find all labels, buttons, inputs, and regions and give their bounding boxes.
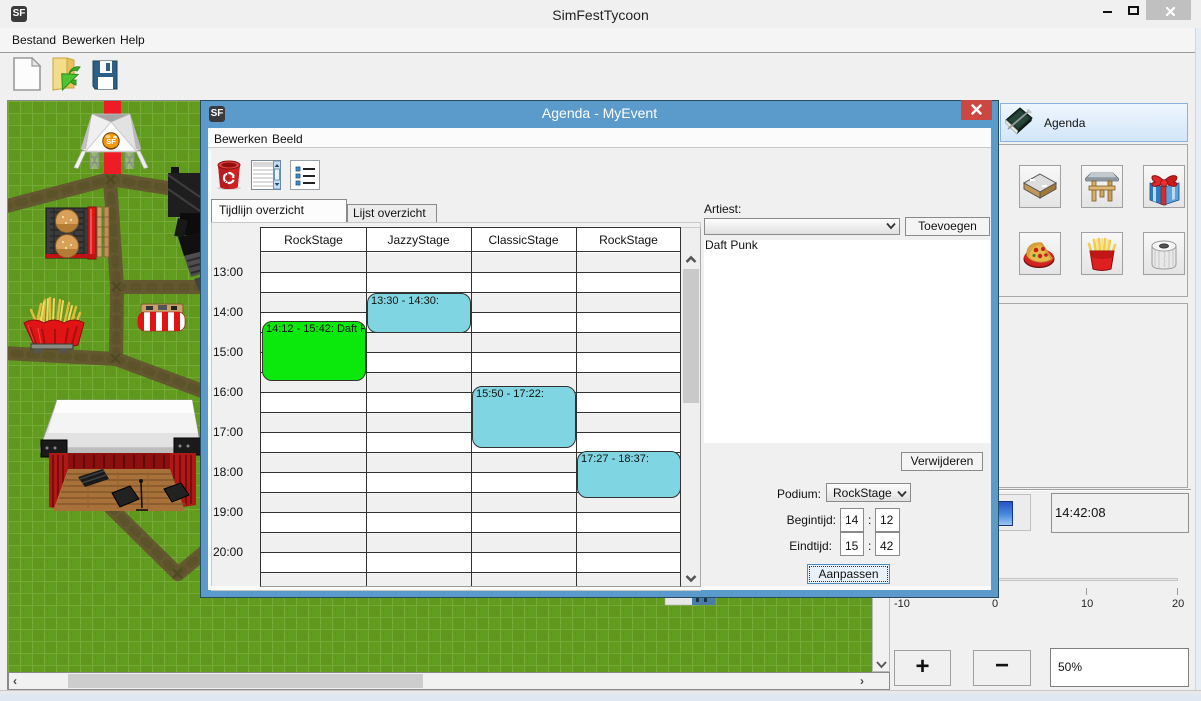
svg-text:SF: SF bbox=[106, 137, 116, 146]
